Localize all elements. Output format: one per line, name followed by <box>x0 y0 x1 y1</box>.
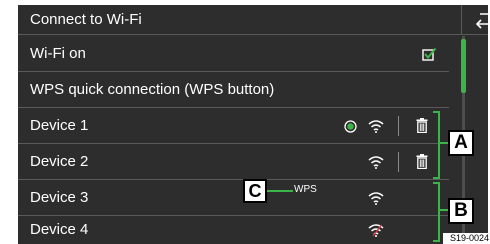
wifi-on-row[interactable]: Wi-Fi on <box>18 36 449 72</box>
wifi-on-label: Wi-Fi on <box>30 45 86 62</box>
device-row-2[interactable]: Device 2 <box>18 144 449 180</box>
divider <box>398 152 399 172</box>
scrollbar-thumb[interactable] <box>461 39 466 93</box>
device-name: Device 1 <box>30 117 89 134</box>
wps-tag: WPS <box>294 184 317 195</box>
callout-b-leader <box>438 209 448 211</box>
page-title: Connect to Wi-Fi <box>30 11 142 28</box>
wifi-icon <box>368 192 384 205</box>
figure-code: S19-0024 <box>443 233 490 244</box>
callout-a: A <box>448 130 474 156</box>
back-button[interactable] <box>461 5 490 35</box>
wifi-settings-screen: Connect to Wi-Fi Wi-Fi on WPS quick conn… <box>0 0 490 244</box>
trash-icon[interactable] <box>416 118 428 133</box>
wifi-on-checkbox[interactable] <box>422 47 437 61</box>
title-bar: Connect to Wi-Fi <box>18 5 490 35</box>
device-name: Device 3 <box>30 189 89 206</box>
wifi-icon <box>368 156 384 169</box>
wifi-crossed-icon <box>368 224 384 237</box>
callout-b-bracket <box>433 182 440 242</box>
back-arrow-icon <box>475 13 490 29</box>
device-row-1[interactable]: Device 1 <box>18 108 449 144</box>
device-name: Device 2 <box>30 153 89 170</box>
device-name: Device 4 <box>30 221 89 238</box>
callout-c: C <box>243 179 267 203</box>
trash-icon[interactable] <box>416 154 428 169</box>
wps-quick-connection-label: WPS quick connection (WPS button) <box>30 81 275 98</box>
device-row-3[interactable]: Device 3 <box>18 180 449 216</box>
device-row-4[interactable]: Device 4 <box>18 216 449 244</box>
wps-quick-connection-row[interactable]: WPS quick connection (WPS button) <box>18 72 449 108</box>
callout-a-leader <box>438 142 448 144</box>
divider <box>398 116 399 136</box>
callout-a-bracket <box>433 111 440 179</box>
callout-c-leader <box>267 190 293 192</box>
wifi-icon <box>368 120 384 133</box>
callout-b: B <box>448 198 474 224</box>
connected-indicator-icon <box>344 120 357 133</box>
